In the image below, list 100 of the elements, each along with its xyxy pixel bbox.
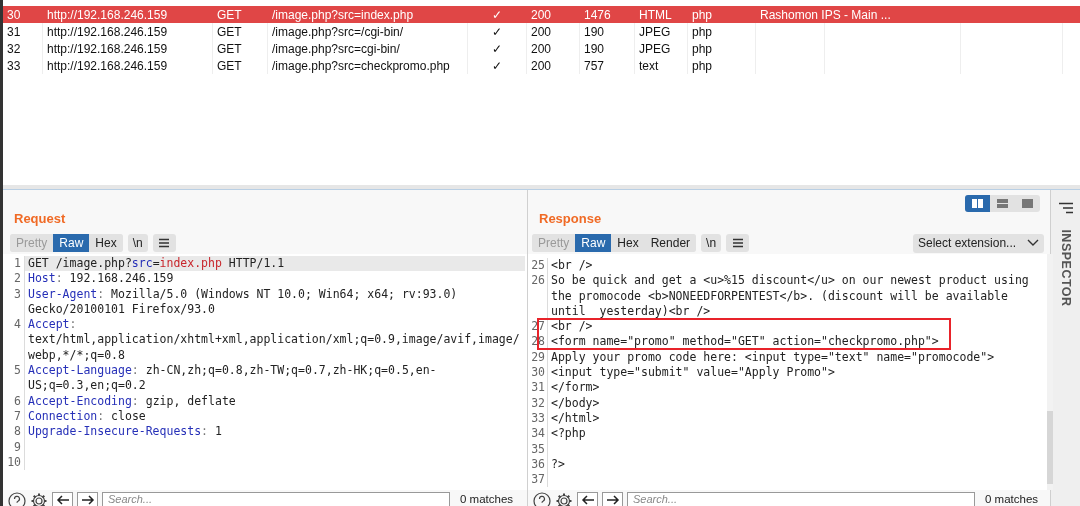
match-count: 0 matches — [985, 492, 1039, 506]
code-line: User-Agent: Mozilla/5.0 (Windows NT 10.0; Win64; x64; rv:93.0) Gecko/20100101 Firefox/93.0 — [28, 286, 459, 316]
code-line: Apply your promo code here: <input type="text" name="promocode"> — [551, 349, 995, 364]
table-cell-text: /image.php?src=checkpromo.php — [272, 57, 450, 75]
caret-icon — [1027, 239, 1039, 247]
layout-toggle[interactable] — [965, 195, 990, 212]
table-cell-text: 1476 — [584, 6, 611, 24]
table-cell-text: GET — [217, 6, 242, 24]
table-row[interactable]: 33 http://192.168.246.159 GET /image.php?src=checkpromo.php ✓ 200 757 text php — [3, 57, 1080, 74]
table-row[interactable]: 32 http://192.168.246.159 GET /image.php?src=cgi-bin/ ✓ 200 190 JPEG php — [3, 40, 1080, 57]
tab[interactable]: Render — [644, 234, 697, 252]
forward-button[interactable] — [602, 492, 623, 506]
code-line: Accept-Encoding: gzip, deflate — [28, 393, 236, 408]
menu-icon — [158, 238, 171, 248]
line-number: 9 — [14, 439, 21, 454]
panel-title: Response — [539, 209, 602, 228]
table-cell-text: ✓ — [492, 57, 502, 75]
table-cell-text: 190 — [584, 40, 605, 58]
table-cell-text: /image.php?src=/cgi-bin/ — [272, 23, 404, 41]
tab[interactable]: Raw — [53, 234, 90, 252]
line-number: 4 — [14, 317, 21, 332]
newline-button[interactable]: \n — [701, 234, 722, 252]
line-number: 30 — [531, 365, 545, 380]
code-line: </form> — [551, 380, 600, 395]
table-cell-text: php — [692, 57, 713, 75]
table-cell-text: 757 — [584, 57, 605, 75]
table-row[interactable]: 31 http://192.168.246.159 GET /image.php?src=/cgi-bin/ ✓ 200 190 JPEG php — [3, 23, 1080, 40]
line-number: 34 — [531, 426, 545, 441]
table-cell-text: 190 — [584, 23, 605, 41]
two-rows-icon — [996, 198, 1009, 209]
line-number: 10 — [7, 454, 21, 469]
table-cell-text: text — [639, 57, 659, 75]
search-field[interactable]: Search... — [627, 492, 975, 506]
table-row[interactable]: 30 http://192.168.246.159 GET /image.php?src=index.php ✓ 200 1476 HTML php Rashomon IPS - Main ... — [3, 6, 1080, 23]
tab[interactable]: Hex — [89, 234, 123, 252]
inspector-tab[interactable]: INSPECTOR — [1056, 229, 1075, 307]
scrollbar-thumb[interactable] — [1047, 411, 1053, 484]
table-cell-text: /image.php?src=cgi-bin/ — [272, 40, 400, 58]
line-number: 7 — [14, 408, 21, 423]
code-line: </html> — [551, 410, 600, 425]
line-number: 36 — [531, 456, 545, 471]
line-number: 32 — [531, 395, 545, 410]
settings-icon[interactable] — [30, 492, 48, 506]
menu-button[interactable] — [726, 234, 750, 252]
tab[interactable]: Hex — [611, 234, 645, 252]
help-icon[interactable] — [533, 492, 551, 506]
line-number: 26 — [531, 273, 545, 288]
table-cell-text: 200 — [531, 6, 552, 24]
code-line: So be quick and get a <u>%15 discount</u> on our newest product using the promocode <b>NONEEDFORPENTEST</b>. (discount will be available until yesterday)<br /> — [551, 273, 1030, 318]
code-line: <input type="submit" value="Apply Promo"> — [551, 365, 835, 380]
line-number: 1 — [14, 256, 21, 270]
tab[interactable]: Raw — [575, 234, 612, 252]
back-button[interactable] — [577, 492, 598, 506]
table-cell-text: GET — [217, 40, 242, 58]
table-cell-text: /image.php?src=index.php — [272, 6, 414, 24]
search-field[interactable]: Search... — [102, 492, 450, 506]
line-number: 8 — [14, 424, 21, 439]
line-number: 31 — [531, 380, 545, 395]
filter-lines-icon[interactable] — [1057, 202, 1074, 214]
menu-button[interactable] — [152, 234, 176, 252]
line-number: 29 — [531, 349, 545, 364]
two-columns-icon — [971, 198, 984, 209]
code-line: ?> — [551, 456, 565, 471]
table-cell-text: HTML — [639, 6, 672, 24]
table-cell-text: GET — [217, 23, 242, 41]
back-button[interactable] — [52, 492, 73, 506]
code-line: <?php — [551, 426, 586, 441]
table-cell-text: php — [692, 23, 713, 41]
table-cell-text: http://192.168.246.159 — [47, 57, 168, 75]
table-cell-text: ✓ — [492, 23, 502, 41]
forward-button[interactable] — [77, 492, 98, 506]
table-cell-text: php — [692, 40, 713, 58]
table-cell-text: http://192.168.246.159 — [47, 6, 168, 24]
square-icon — [1021, 198, 1034, 209]
table-cell-text: 200 — [531, 40, 552, 58]
table-cell-text: 33 — [7, 57, 21, 75]
settings-icon[interactable] — [555, 492, 573, 506]
code-line: Upgrade-Insecure-Requests: 1 — [28, 424, 222, 439]
help-icon[interactable] — [8, 492, 26, 506]
line-number: 33 — [531, 410, 545, 425]
table-cell-text: JPEG — [639, 23, 671, 41]
code-line: Host: 192.168.246.159 — [28, 271, 174, 286]
line-number: 37 — [531, 472, 545, 487]
code-line: <br /> — [551, 258, 593, 272]
line-number: 25 — [531, 258, 545, 272]
table-cell-text: php — [692, 6, 713, 24]
menu-icon — [731, 238, 744, 248]
extension-dropdown[interactable]: Select extension... — [913, 233, 1044, 253]
match-count: 0 matches — [460, 492, 514, 506]
table-cell-text: 32 — [7, 40, 21, 58]
code-line: Connection: close — [28, 408, 146, 423]
panel-title: Request — [14, 209, 66, 228]
newline-button[interactable]: \n — [127, 234, 148, 252]
table-cell-text: JPEG — [639, 40, 671, 58]
code-line: <form name="promo" method="GET" action="checkpromo.php"> — [551, 334, 939, 349]
table-cell-text: 31 — [7, 23, 21, 41]
table-cell-text: http://192.168.246.159 — [47, 40, 168, 58]
code-line: <br /> — [551, 319, 593, 334]
table-cell-text: http://192.168.246.159 — [47, 23, 168, 41]
line-number: 6 — [14, 393, 21, 408]
